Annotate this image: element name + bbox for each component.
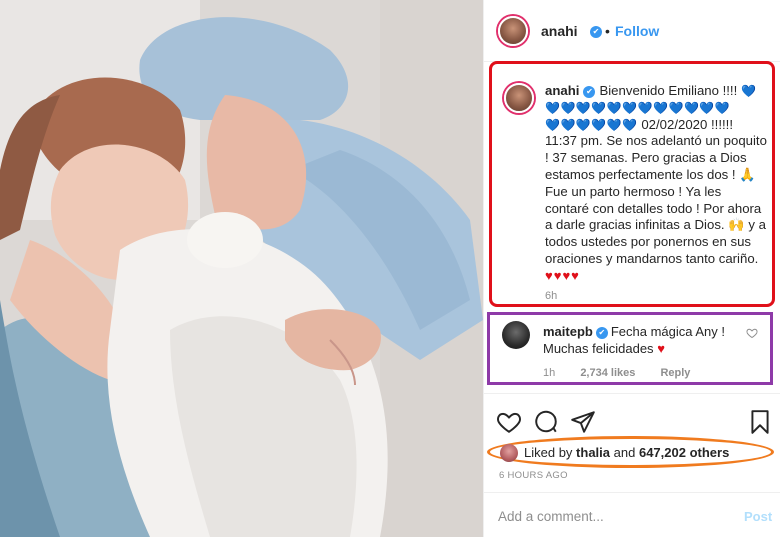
- caption-line-3: 11:37 pm. Se nos adelantó un poquito ! 3…: [545, 133, 767, 182]
- add-comment-bar: Post: [484, 492, 780, 537]
- liked-by-prefix: Liked by: [524, 445, 573, 460]
- comment-timestamp[interactable]: 1h: [543, 367, 555, 379]
- caption-username[interactable]: anahi: [545, 83, 579, 98]
- verified-badge-icon: ✔: [595, 326, 608, 339]
- post-header: anahi ✔ • Follow: [484, 0, 780, 62]
- comment-meta: 1h 2,734 likes Reply: [543, 367, 712, 379]
- post-timestamp[interactable]: 6 HOURS AGO: [499, 470, 568, 481]
- comment-icon[interactable]: [533, 409, 559, 435]
- heart-icon[interactable]: [496, 409, 522, 435]
- separator-dot: •: [605, 23, 610, 39]
- raised-hands-icon: 🙌: [728, 217, 745, 233]
- comment-likes-count[interactable]: 2,734 likes: [580, 367, 635, 379]
- caption-text: anahi ✔ Bienvenido Emiliano !!!! 💙 💙💙💙💙💙💙💙…: [545, 83, 767, 285]
- share-icon[interactable]: [570, 409, 596, 435]
- reply-button[interactable]: Reply: [660, 367, 690, 379]
- blue-hearts-icon: 💙💙💙💙💙💙💙💙💙💙💙💙: [545, 100, 731, 115]
- caption-timestamp[interactable]: 6h: [545, 290, 557, 302]
- red-heart-icon: ♥: [657, 341, 665, 356]
- post-photo-illustration: [0, 0, 483, 537]
- caption-avatar[interactable]: [504, 83, 534, 113]
- pray-icon: 🙏: [739, 166, 756, 182]
- liked-by-and: and: [613, 445, 636, 460]
- liker-avatar[interactable]: [500, 444, 518, 462]
- bookmark-icon[interactable]: [747, 409, 773, 435]
- commenter-avatar[interactable]: [502, 321, 530, 349]
- post-sidebar: anahi ✔ • Follow anahi ✔ Bienvenido Emilia…: [483, 0, 780, 537]
- caption-date: 02/02/2020 !!!!!!: [641, 116, 733, 132]
- actions-divider: [484, 393, 780, 394]
- commenter-username[interactable]: maitepb: [543, 324, 593, 339]
- author-avatar[interactable]: [498, 16, 528, 46]
- liked-by-text: Liked by thalia and 647,202 others: [524, 445, 729, 460]
- blue-hearts-icon: 💙💙💙💙💙💙: [545, 117, 638, 132]
- author-username[interactable]: anahi: [541, 23, 578, 39]
- caption-line-1: Bienvenido Emiliano !!!!: [599, 83, 738, 98]
- follow-button[interactable]: Follow: [615, 23, 659, 39]
- comment-text: maitepb ✔ Fecha mágica Any ! Muchas felici…: [543, 323, 738, 357]
- verified-badge-icon: ✔: [583, 85, 596, 98]
- likes-count[interactable]: 647,202 others: [639, 445, 729, 460]
- caption-highlight: anahi ✔ Bienvenido Emiliano !!!! 💙 💙💙💙💙💙💙💙…: [489, 61, 775, 307]
- liker-username[interactable]: thalia: [576, 445, 610, 460]
- comment-highlight: maitepb ✔ Fecha mágica Any ! Muchas felici…: [487, 312, 773, 385]
- blue-hearts-icon: 💙: [740, 84, 757, 98]
- comment-like-heart-icon[interactable]: [746, 327, 758, 339]
- post-photo[interactable]: [0, 0, 483, 537]
- verified-badge-icon: ✔: [590, 26, 602, 38]
- add-comment-input[interactable]: [498, 506, 718, 526]
- red-hearts-icon: ♥♥♥♥: [545, 267, 580, 283]
- post-comment-button[interactable]: Post: [744, 509, 772, 524]
